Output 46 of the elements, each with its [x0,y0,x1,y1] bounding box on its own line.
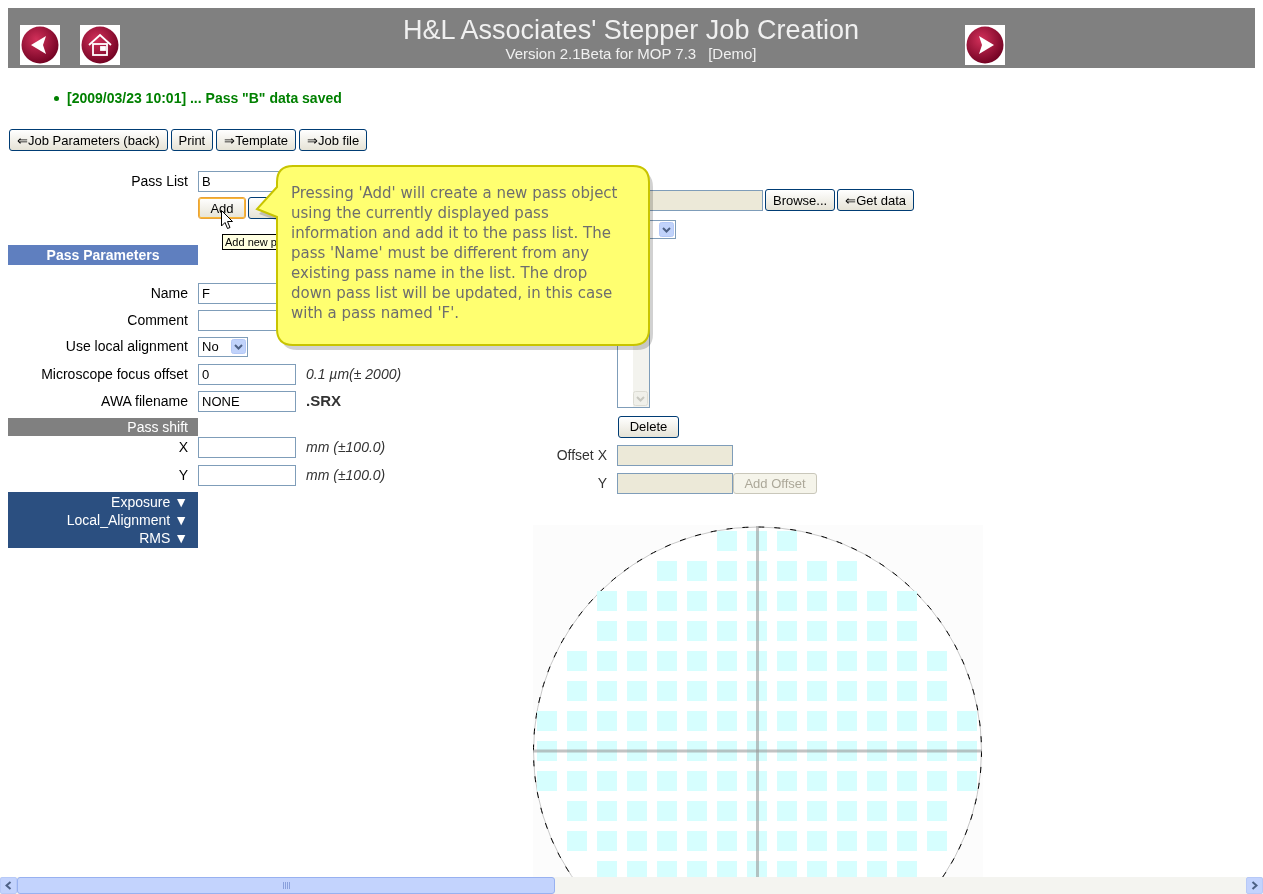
horizontal-scrollbar[interactable] [0,877,1263,894]
field-label: Offset X [555,446,607,465]
house-icon [81,25,119,64]
scroll-thumb[interactable] [17,877,555,894]
unit-text: mm (±100.0) [306,438,386,457]
next-button[interactable] [965,24,1005,65]
section-toggle[interactable]: Exposure ▼ [111,493,188,511]
text-field[interactable] [198,437,296,458]
status-message: [2009/03/23 10:01] ... Pass "B" data saved [67,90,342,106]
section-toggle[interactable]: Local_Alignment ▼ [66,511,188,529]
section-header: Pass shift [8,418,198,436]
field-label: Name [149,284,188,303]
text-field[interactable]: NONE [198,391,296,412]
scroll-right-button[interactable] [1246,877,1263,894]
mode-text: [Demo] [708,44,757,62]
field-label: Y [177,466,188,485]
chevron-down-icon [659,222,674,237]
field-label: X [177,438,188,457]
toolbar-button[interactable]: Print [170,129,214,151]
version-text: Version 2.1Beta for MOP 7.3 [505,44,697,62]
unit-text: mm (±100.0) [306,466,386,485]
toolbar-button[interactable]: ⇒Template [216,129,296,151]
field-label: AWA filename [100,392,188,411]
page-title: H&L Associates' Stepper Job Creation [403,14,859,45]
unit-text: 0.1 µm(± 2000) [306,365,402,384]
section-header: Pass Parameters [8,245,198,265]
toolbar-button[interactable]: ⇐Job Parameters (back) [9,129,168,151]
chevron-down-icon [231,339,246,354]
field-label: Pass List [130,172,188,191]
unit-text: .SRX [306,391,341,412]
chevron-left-icon [5,881,12,890]
home-button[interactable] [80,24,120,65]
scroll-left-button[interactable] [0,877,17,894]
toolbar-button[interactable]: ⇒Job file [299,129,368,151]
select-field[interactable]: No [198,336,248,357]
back-button[interactable] [20,24,60,65]
bullet-icon [54,95,59,101]
text-field[interactable]: 0 [198,364,296,385]
delete-button[interactable]: Delete [618,415,679,438]
field-label: Y [596,474,607,493]
chevron-right-icon [1251,881,1258,890]
text-field[interactable] [198,465,296,486]
field-label: Use local alignment [64,337,188,356]
section-toggle[interactable]: RMS ▼ [139,529,188,547]
field-label: Comment [126,311,188,330]
field-label: Microscope focus offset [40,365,188,384]
